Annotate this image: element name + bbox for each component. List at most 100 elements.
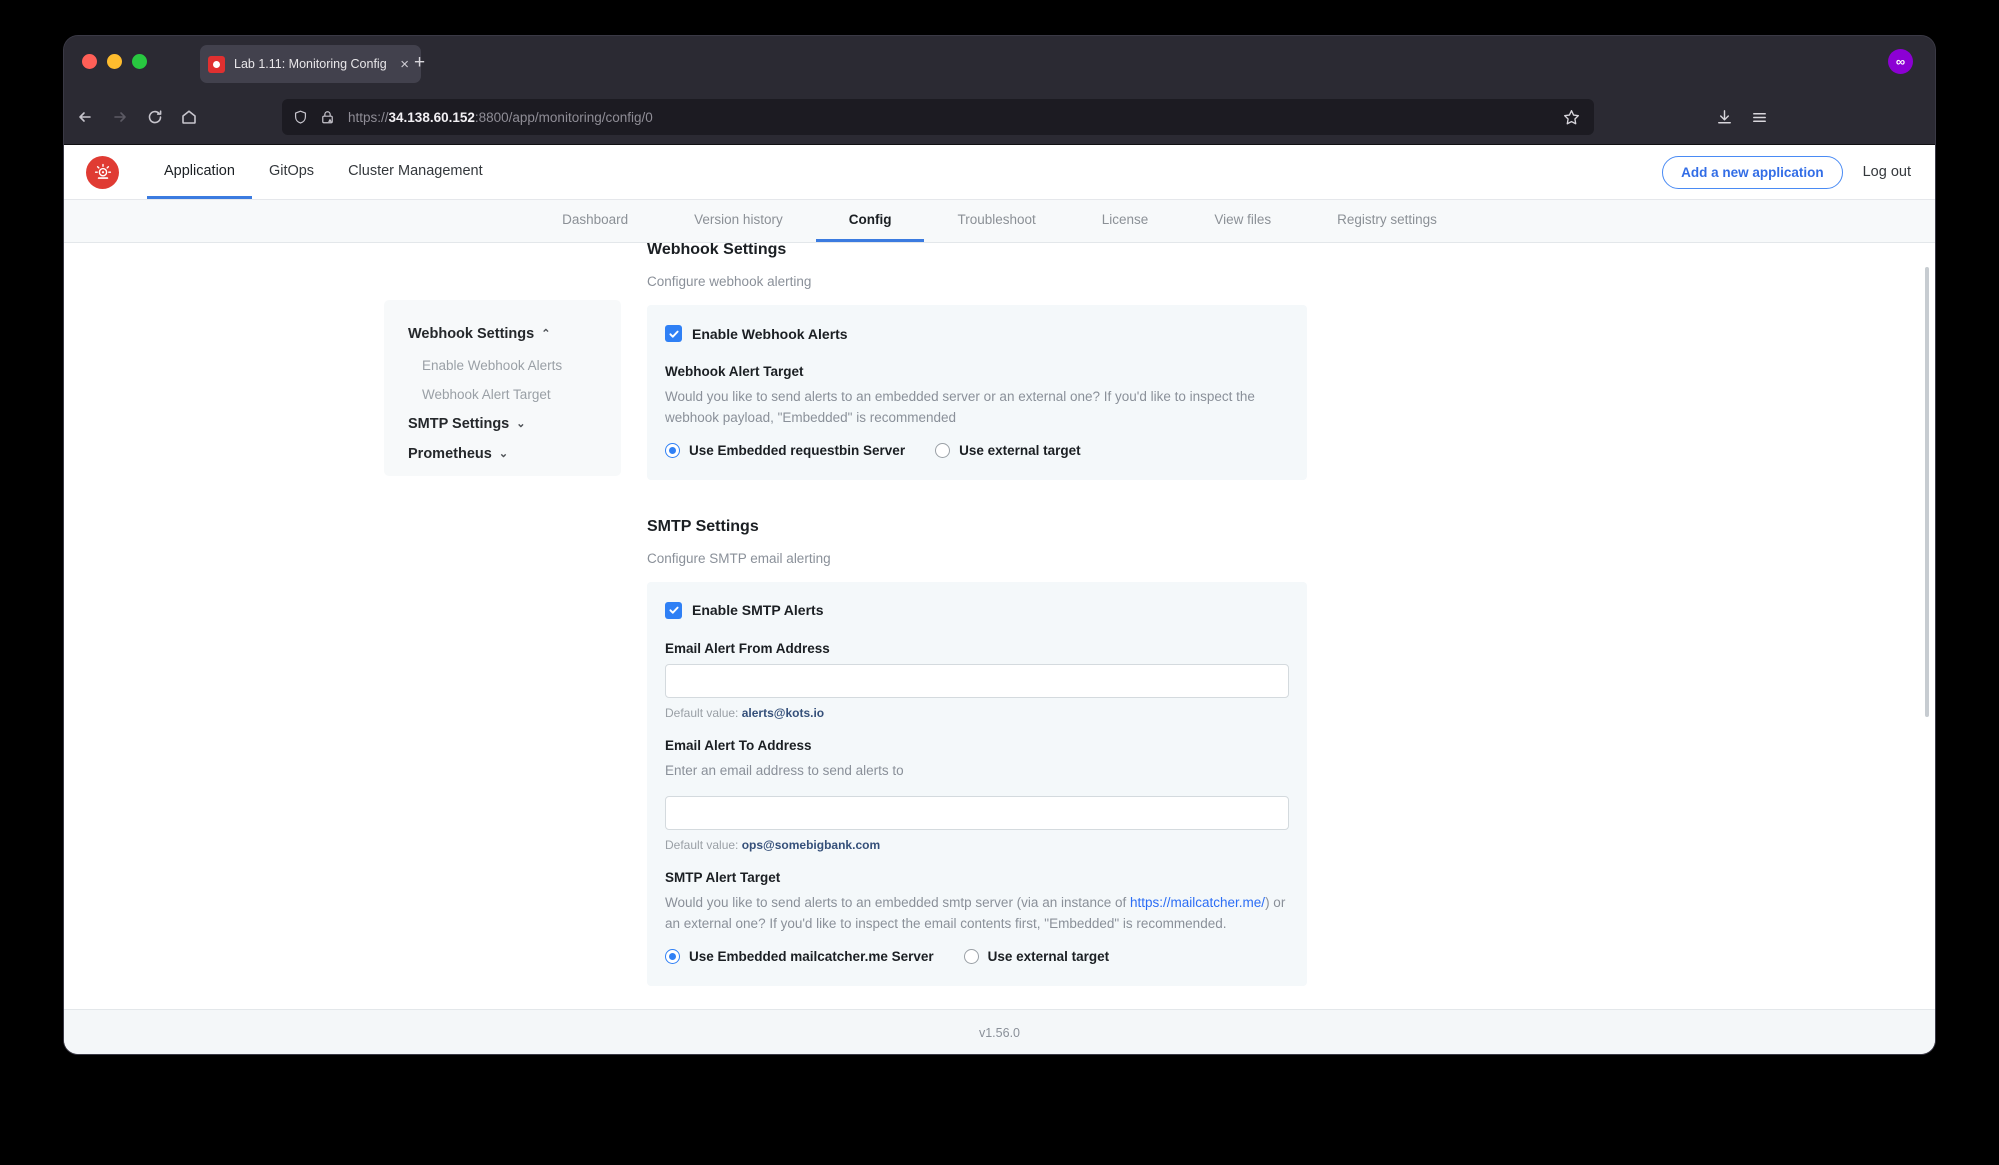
radio-use-embedded-mailcatcher-server[interactable]: Use Embedded mailcatcher.me Server xyxy=(665,949,934,964)
maximize-window-button[interactable] xyxy=(132,54,147,69)
chevron-down-icon: ⌄ xyxy=(516,419,525,430)
radio-label-embedded: Use Embedded requestbin Server xyxy=(689,443,905,458)
enable-smtp-alerts-row[interactable]: Enable SMTP Alerts xyxy=(665,602,1289,619)
config-section-sidebar: Webhook Settings ⌃ Enable Webhook Alerts… xyxy=(384,300,621,476)
close-tab-icon[interactable]: × xyxy=(396,55,413,74)
smtp-alert-target-help: Would you like to send alerts to an embe… xyxy=(665,893,1289,935)
close-window-button[interactable] xyxy=(82,54,97,69)
window-traffic-lights xyxy=(82,54,147,69)
email-alert-from-address-input[interactable] xyxy=(665,664,1289,698)
radio-button-embedded-smtp-icon[interactable] xyxy=(665,949,680,964)
profile-badge-icon[interactable]: ∞ xyxy=(1888,49,1913,74)
config-layout: Webhook Settings ⌃ Enable Webhook Alerts… xyxy=(64,243,1935,1021)
url-text: https://34.138.60.152:8800/app/monitorin… xyxy=(348,110,653,125)
smtp-settings-description: Configure SMTP email alerting xyxy=(647,551,1307,566)
tab-version-history[interactable]: Version history xyxy=(661,200,816,242)
browser-tab-strip: Lab 1.11: Monitoring Config × + ∞ xyxy=(64,36,1935,90)
mailcatcher-link[interactable]: https://mailcatcher.me/ xyxy=(1130,895,1265,910)
smtp-alert-target-label: SMTP Alert Target xyxy=(665,870,1289,885)
enable-smtp-alerts-label: Enable SMTP Alerts xyxy=(692,602,823,618)
email-alert-to-default-value: Default value: ops@somebigbank.com xyxy=(665,838,1289,852)
chevron-down-icon: ⌄ xyxy=(499,449,508,460)
back-arrow-icon[interactable] xyxy=(70,102,100,132)
radio-label-external-smtp: Use external target xyxy=(988,949,1110,964)
hamburger-icon[interactable] xyxy=(1746,104,1772,130)
email-alert-to-address-help: Enter an email address to send alerts to xyxy=(665,761,1289,782)
star-icon[interactable] xyxy=(1560,106,1582,128)
sidebar-group-label: Prometheus xyxy=(408,446,492,462)
tab-registry-settings[interactable]: Registry settings xyxy=(1304,200,1470,242)
config-main-column: Webhook Settings Configure webhook alert… xyxy=(647,243,1307,1021)
browser-window: Lab 1.11: Monitoring Config × + ∞ https:… xyxy=(64,36,1935,1054)
nav-item-application[interactable]: Application xyxy=(147,145,252,199)
nav-item-cluster-management[interactable]: Cluster Management xyxy=(331,145,500,199)
app-header: Application GitOps Cluster Management Ad… xyxy=(64,145,1935,200)
add-a-new-application-button[interactable]: Add a new application xyxy=(1662,156,1843,189)
insecure-lock-icon[interactable] xyxy=(319,109,336,126)
default-value-prefix: Default value: xyxy=(665,706,742,720)
webhook-alert-target-help: Would you like to send alerts to an embe… xyxy=(665,387,1289,429)
default-value-text: ops@somebigbank.com xyxy=(742,838,880,852)
smtp-help-part1: Would you like to send alerts to an embe… xyxy=(665,895,1130,910)
home-icon[interactable] xyxy=(174,102,204,132)
enable-webhook-alerts-row[interactable]: Enable Webhook Alerts xyxy=(665,325,1289,342)
email-alert-from-default-value: Default value: alerts@kots.io xyxy=(665,706,1289,720)
tab-dashboard[interactable]: Dashboard xyxy=(529,200,661,242)
forward-arrow-icon[interactable] xyxy=(105,102,135,132)
radio-use-external-target-smtp[interactable]: Use external target xyxy=(964,949,1110,964)
radio-label-external: Use external target xyxy=(959,443,1081,458)
sidebar-item-webhook-alert-target[interactable]: Webhook Alert Target xyxy=(422,387,599,402)
radio-label-embedded-smtp: Use Embedded mailcatcher.me Server xyxy=(689,949,934,964)
webhook-settings-description: Configure webhook alerting xyxy=(647,274,1307,289)
page-viewport: Application GitOps Cluster Management Ad… xyxy=(64,145,1935,1054)
chevron-up-icon: ⌃ xyxy=(541,329,550,340)
footer-version-text: v1.56.0 xyxy=(979,1026,1020,1040)
new-tab-button[interactable]: + xyxy=(414,53,425,72)
radio-button-external-smtp-icon[interactable] xyxy=(964,949,979,964)
enable-smtp-alerts-checkbox[interactable] xyxy=(665,602,682,619)
smtp-alert-target-radio-group: Use Embedded mailcatcher.me Server Use e… xyxy=(665,949,1289,964)
radio-use-embedded-requestbin-server[interactable]: Use Embedded requestbin Server xyxy=(665,443,905,458)
webhook-alert-target-radio-group: Use Embedded requestbin Server Use exter… xyxy=(665,443,1289,458)
radio-button-embedded-icon[interactable] xyxy=(665,443,680,458)
smtp-settings-title: SMTP Settings xyxy=(647,518,1307,536)
reload-icon[interactable] xyxy=(140,102,170,132)
kots-alarm-logo-icon xyxy=(86,156,119,189)
email-alert-to-address-input[interactable] xyxy=(665,796,1289,830)
log-out-link[interactable]: Log out xyxy=(1863,164,1911,180)
radio-use-external-target-webhook[interactable]: Use external target xyxy=(935,443,1081,458)
webhook-settings-title: Webhook Settings xyxy=(647,243,1307,259)
enable-webhook-alerts-checkbox[interactable] xyxy=(665,325,682,342)
tab-troubleshoot[interactable]: Troubleshoot xyxy=(924,200,1068,242)
tab-view-files[interactable]: View files xyxy=(1181,200,1304,242)
config-scroll-container: Webhook Settings ⌃ Enable Webhook Alerts… xyxy=(64,243,1935,1021)
shield-icon xyxy=(292,109,309,126)
app-primary-nav: Application GitOps Cluster Management xyxy=(147,145,500,199)
email-alert-to-address-label: Email Alert To Address xyxy=(665,738,1289,753)
browser-tab[interactable]: Lab 1.11: Monitoring Config × xyxy=(200,45,421,83)
sidebar-group-prometheus[interactable]: Prometheus ⌄ xyxy=(408,446,599,462)
sidebar-item-enable-webhook-alerts[interactable]: Enable Webhook Alerts xyxy=(422,358,599,373)
sidebar-group-webhook-settings[interactable]: Webhook Settings ⌃ xyxy=(408,326,599,342)
smtp-settings-panel: Enable SMTP Alerts Email Alert From Addr… xyxy=(647,582,1307,986)
app-header-actions: Add a new application Log out xyxy=(1662,145,1917,199)
app-sub-nav: Dashboard Version history Config Trouble… xyxy=(64,200,1935,243)
page-scrollbar[interactable] xyxy=(1923,243,1931,1021)
sidebar-group-smtp-settings[interactable]: SMTP Settings ⌄ xyxy=(408,416,599,432)
tab-config[interactable]: Config xyxy=(816,200,925,242)
nav-item-gitops[interactable]: GitOps xyxy=(252,145,331,199)
url-bar[interactable]: https://34.138.60.152:8800/app/monitorin… xyxy=(282,99,1594,135)
webhook-settings-panel: Enable Webhook Alerts Webhook Alert Targ… xyxy=(647,305,1307,480)
sidebar-group-label: SMTP Settings xyxy=(408,416,509,432)
tab-license[interactable]: License xyxy=(1069,200,1182,242)
section-spacer xyxy=(647,480,1307,518)
browser-nav-bar: https://34.138.60.152:8800/app/monitorin… xyxy=(64,90,1935,145)
config-content-area: Webhook Settings ⌃ Enable Webhook Alerts… xyxy=(64,243,1935,1021)
minimize-window-button[interactable] xyxy=(107,54,122,69)
email-alert-from-address-label: Email Alert From Address xyxy=(665,641,1289,656)
download-arrow-icon[interactable] xyxy=(1711,104,1737,130)
webhook-alert-target-label: Webhook Alert Target xyxy=(665,364,1289,379)
default-value-prefix: Default value: xyxy=(665,838,742,852)
radio-button-external-icon[interactable] xyxy=(935,443,950,458)
page-scrollbar-thumb[interactable] xyxy=(1925,267,1929,717)
